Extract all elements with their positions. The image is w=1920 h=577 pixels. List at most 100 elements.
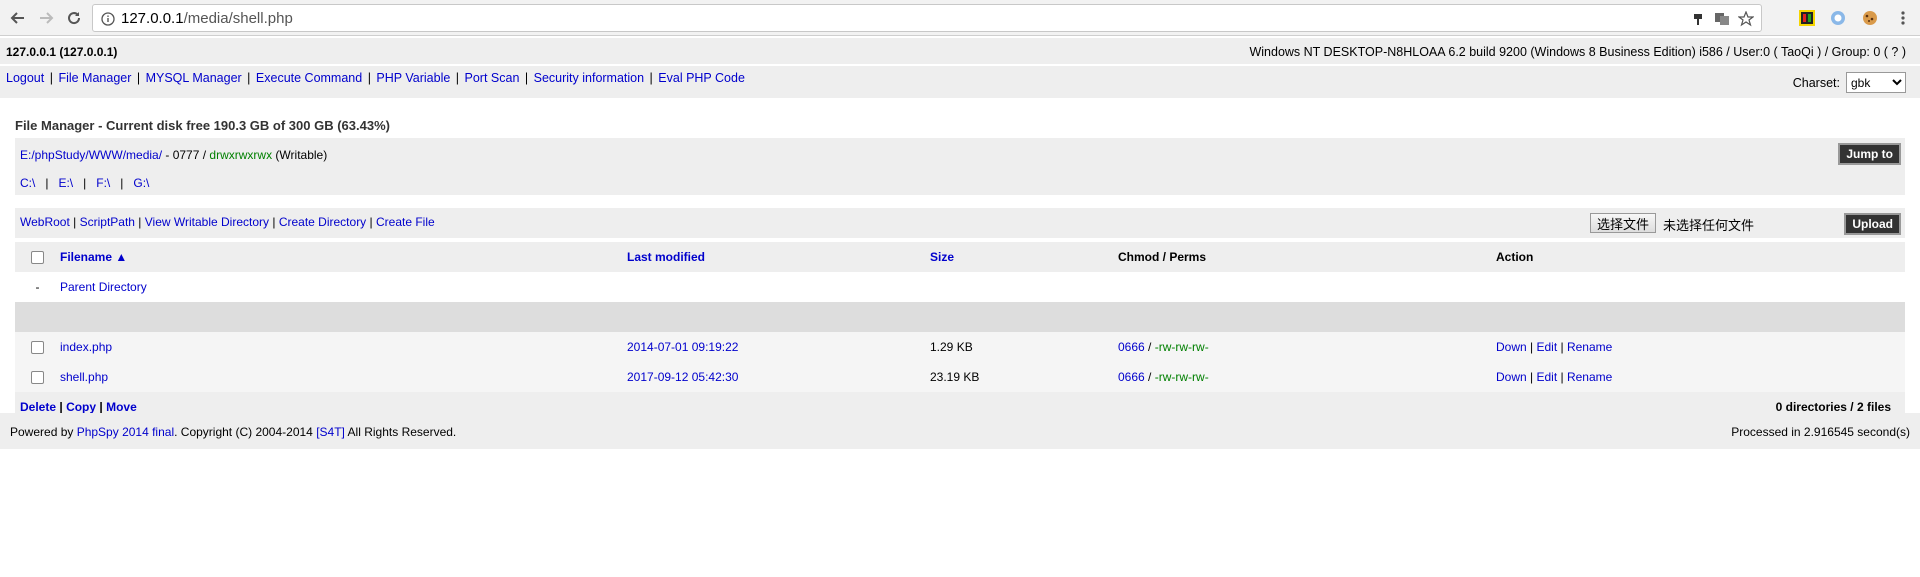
key-icon[interactable] (1689, 10, 1707, 28)
bulk-delete-link[interactable]: Delete (20, 400, 56, 414)
current-path-link[interactable]: E:/phpStudy/WWW/media/ (20, 148, 162, 162)
file-down-link[interactable]: Down (1496, 370, 1527, 384)
host-label: 127.0.0.1 (127.0.0.1) (6, 45, 118, 59)
parent-dash: - (35, 280, 40, 294)
file-perms: -rw-rw-rw- (1154, 370, 1209, 384)
file-perms: -rw-rw-rw- (1154, 340, 1209, 354)
drive-f[interactable]: F:\ (96, 176, 110, 190)
menu-mysql-manager[interactable]: MYSQL Manager (146, 71, 242, 85)
scriptpath-link[interactable]: ScriptPath (80, 215, 135, 229)
file-down-link[interactable]: Down (1496, 340, 1527, 354)
action-header: Action (1496, 250, 1534, 264)
translate-icon[interactable] (1713, 10, 1731, 28)
file-chmod-link[interactable]: 0666 (1118, 370, 1145, 384)
tool-links: WebRoot | ScriptPath | View Writable Dir… (20, 215, 435, 229)
bulk-move-link[interactable]: Move (106, 400, 137, 414)
tools-panel: WebRoot | ScriptPath | View Writable Dir… (15, 208, 1905, 238)
menu-security-information[interactable]: Security information (534, 71, 644, 85)
table-divider (15, 302, 1905, 332)
forward-button[interactable] (34, 6, 58, 30)
rights-text: All Rights Reserved. (344, 425, 457, 439)
menu-php-variable[interactable]: PHP Variable (376, 71, 450, 85)
current-path-line: E:/phpStudy/WWW/media/ - 0777 / drwxrwxr… (20, 148, 327, 162)
table-row: shell.php 2017-09-12 05:42:30 23.19 KB 0… (15, 362, 1905, 392)
no-file-selected-text: 未选择任何文件 (1663, 219, 1755, 234)
bulk-copy-link[interactable]: Copy (66, 400, 96, 414)
file-size: 1.29 KB (930, 340, 973, 354)
file-modified-link[interactable]: 2017-09-12 05:42:30 (627, 370, 738, 384)
browser-toolbar: 127.0.0.1/media/shell.php (0, 0, 1920, 36)
file-rename-link[interactable]: Rename (1567, 370, 1612, 384)
row-checkbox[interactable] (31, 371, 44, 385)
file-modified-link[interactable]: 2014-07-01 09:19:22 (627, 340, 738, 354)
row-checkbox[interactable] (31, 341, 44, 355)
drive-g[interactable]: G:\ (133, 176, 149, 190)
address-url: 127.0.0.1/media/shell.php (121, 10, 293, 27)
host-info-bar: 127.0.0.1 (127.0.0.1) Windows NT DESKTOP… (0, 38, 1920, 65)
back-button[interactable] (6, 6, 30, 30)
url-path: /media/shell.php (183, 10, 293, 27)
jump-to-button[interactable]: Jump to (1838, 143, 1901, 165)
system-info: Windows NT DESKTOP-N8HLOAA 6.2 build 920… (1249, 45, 1906, 59)
processed-time: Processed in 2.916545 second(s) (1731, 425, 1910, 439)
reload-icon (68, 12, 81, 25)
back-arrow-icon (10, 12, 24, 24)
footer-credits: Powered by PhpSpy 2014 final. Copyright … (10, 425, 456, 439)
bookmark-star-icon[interactable] (1737, 10, 1755, 28)
sort-filename-header[interactable]: Filename ▲ (60, 250, 127, 264)
create-file-link[interactable]: Create File (376, 215, 435, 229)
file-table: Filename ▲ Last modified Size Chmod / Pe… (15, 242, 1905, 422)
extension-cookie-icon[interactable] (1860, 8, 1880, 28)
path-panel: E:/phpStudy/WWW/media/ - 0777 / drwxrwxr… (15, 138, 1905, 195)
dir-perms: drwxrwxrwx (209, 148, 273, 162)
view-writable-directory-link[interactable]: View Writable Directory (145, 215, 269, 229)
webroot-link[interactable]: WebRoot (20, 215, 70, 229)
charset-label: Charset: (1792, 75, 1840, 90)
menu-links: Logout | File Manager | MYSQL Manager | … (6, 71, 745, 85)
file-count-summary: 0 directories / 2 files (1775, 400, 1891, 414)
menu-eval-php-code[interactable]: Eval PHP Code (658, 71, 745, 85)
file-name-link[interactable]: shell.php (60, 370, 108, 384)
drive-c[interactable]: C:\ (20, 176, 35, 190)
perms-header: / Perms (1159, 250, 1207, 264)
parent-directory-row: - Parent Directory (15, 272, 1905, 302)
parent-directory-link[interactable]: Parent Directory (60, 280, 147, 294)
dir-mode: - 0777 / (162, 148, 210, 162)
chmod-header: Chmod (1118, 250, 1160, 264)
table-row: index.php 2014-07-01 09:19:22 1.29 KB 06… (15, 332, 1905, 362)
footer: Powered by PhpSpy 2014 final. Copyright … (0, 413, 1920, 449)
select-all-checkbox[interactable] (31, 251, 44, 265)
sort-modified-header[interactable]: Last modified (627, 250, 705, 264)
table-header: Filename ▲ Last modified Size Chmod / Pe… (15, 242, 1905, 272)
charset-select[interactable]: gbk (1846, 72, 1906, 93)
address-bar[interactable]: 127.0.0.1/media/shell.php (92, 4, 1762, 32)
menu-execute-command[interactable]: Execute Command (256, 71, 362, 85)
file-chmod-link[interactable]: 0666 (1118, 340, 1145, 354)
choose-file-button[interactable]: 选择文件 (1590, 213, 1657, 233)
reload-button[interactable] (62, 6, 86, 30)
extension-n-icon[interactable] (1797, 8, 1817, 28)
extension-circle-icon[interactable] (1828, 8, 1848, 28)
menu-file-manager[interactable]: File Manager (58, 71, 131, 85)
file-edit-link[interactable]: Edit (1536, 370, 1557, 384)
main-menu: Logout | File Manager | MYSQL Manager | … (0, 66, 1920, 98)
file-size: 23.19 KB (930, 370, 980, 384)
file-edit-link[interactable]: Edit (1536, 340, 1557, 354)
drive-e[interactable]: E:\ (58, 176, 73, 190)
upload-button[interactable]: Upload (1844, 213, 1901, 235)
drive-list: C:\ | E:\ | F:\ | G:\ (20, 176, 150, 190)
phpspy-link[interactable]: PhpSpy 2014 final (77, 425, 174, 439)
browser-menu-icon[interactable] (1893, 8, 1913, 28)
copyright-text: . Copyright (C) 2004-2014 (174, 425, 317, 439)
file-name-link[interactable]: index.php (60, 340, 112, 354)
create-directory-link[interactable]: Create Directory (279, 215, 366, 229)
file-rename-link[interactable]: Rename (1567, 340, 1612, 354)
menu-port-scan[interactable]: Port Scan (465, 71, 520, 85)
sort-size-header[interactable]: Size (930, 250, 954, 264)
forward-arrow-icon (40, 12, 54, 24)
url-host: 127.0.0.1 (121, 10, 184, 27)
s4t-link[interactable]: [S4T] (316, 425, 345, 439)
page-title: File Manager - Current disk free 190.3 G… (15, 118, 390, 133)
info-icon[interactable] (99, 10, 117, 28)
menu-logout[interactable]: Logout (6, 71, 44, 85)
